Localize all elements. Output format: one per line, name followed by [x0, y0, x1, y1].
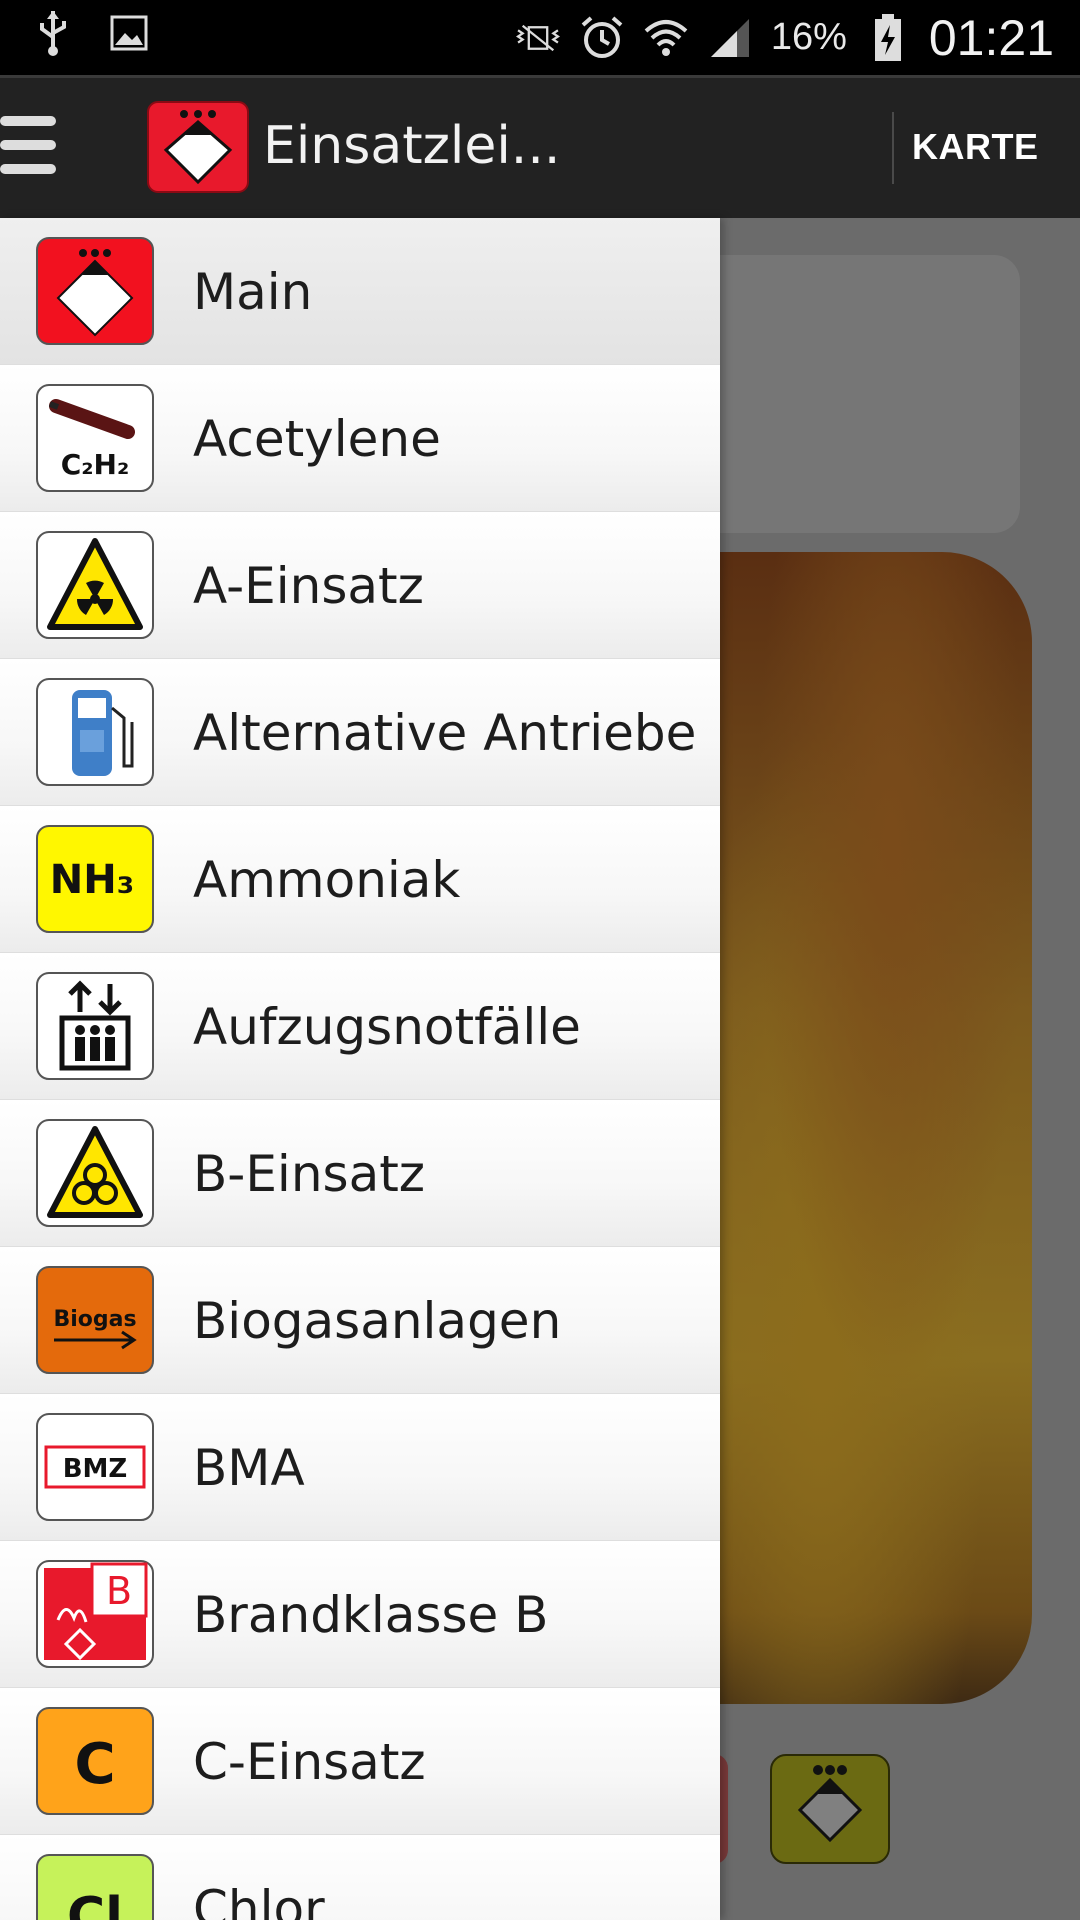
drawer-item-label: Ammoniak — [193, 850, 461, 909]
image-icon — [106, 10, 152, 56]
navigation-drawer: Main C₂H₂ Acetylene A-Einsatz Alternativ… — [0, 218, 720, 1920]
drawer-item-acetylene[interactable]: C₂H₂ Acetylene — [0, 365, 720, 512]
drawer-item-aufzugsnotfaelle[interactable]: Aufzugsnotfälle — [0, 953, 720, 1100]
drawer-item-a-einsatz[interactable]: A-Einsatz — [0, 512, 720, 659]
drawer-item-main[interactable]: Main — [0, 218, 720, 365]
drawer-item-label: Alternative Antriebe — [193, 703, 697, 762]
fire-image — [680, 552, 1032, 1704]
drawer-item-b-einsatz[interactable]: B-Einsatz — [0, 1100, 720, 1247]
chlor-icon-text: Cl — [67, 1887, 123, 1920]
drawer-item-chlor[interactable]: Cl Chlor — [0, 1835, 720, 1920]
fuel-pump-icon — [36, 678, 154, 786]
fire-class-icon-text: B — [106, 1569, 132, 1613]
drawer-item-alternative-antriebe[interactable]: Alternative Antriebe — [0, 659, 720, 806]
drawer-item-label: BMA — [193, 1438, 305, 1497]
menu-icon[interactable] — [0, 116, 56, 180]
status-bar: 16% 01:21 — [0, 0, 1080, 75]
fire-class-b-icon: B — [36, 1560, 154, 1668]
action-divider — [892, 112, 894, 184]
drawer-item-brandklasse-b[interactable]: B Brandklasse B — [0, 1541, 720, 1688]
action-bar: Einsatzlei... KARTE — [0, 75, 1080, 218]
biogas-icon-text: Biogas — [53, 1307, 136, 1332]
elevator-icon — [36, 972, 154, 1080]
drawer-item-bma[interactable]: BMZ BMA — [0, 1394, 720, 1541]
app-title: Einsatzlei... — [263, 116, 561, 176]
drawer-item-label: Main — [193, 262, 313, 321]
drawer-item-label: Aufzugsnotfälle — [193, 997, 581, 1056]
usb-icon — [30, 10, 76, 56]
drawer-item-biogasanlagen[interactable]: Biogas Biogasanlagen — [0, 1247, 720, 1394]
hazard-diamond-icon — [36, 237, 154, 345]
acetylene-icon-text: C₂H₂ — [61, 448, 130, 481]
battery-charging-icon — [865, 13, 911, 61]
drawer-item-label: Biogasanlagen — [193, 1291, 562, 1350]
radiation-icon — [36, 531, 154, 639]
chlorine-icon: Cl — [36, 1854, 154, 1920]
drawer-item-c-einsatz[interactable]: C C-Einsatz — [0, 1688, 720, 1835]
drawer-item-label: Brandklasse B — [193, 1585, 549, 1644]
wifi-icon — [643, 15, 689, 61]
signal-icon — [707, 15, 753, 61]
drawer-item-label: A-Einsatz — [193, 556, 424, 615]
gas-cylinder-icon: C₂H₂ — [36, 384, 154, 492]
karte-button[interactable]: KARTE — [912, 126, 1039, 168]
biohazard-icon — [36, 1119, 154, 1227]
biogas-icon: Biogas — [36, 1266, 154, 1374]
drawer-item-label: B-Einsatz — [193, 1144, 426, 1203]
bmz-icon: BMZ — [36, 1413, 154, 1521]
chemical-c-icon: C — [36, 1707, 154, 1815]
app-logo[interactable] — [146, 100, 250, 194]
bmz-icon-text: BMZ — [63, 1454, 128, 1484]
battery-percent: 16% — [770, 16, 847, 58]
drawer-item-ammoniak[interactable]: NH₃ Ammoniak — [0, 806, 720, 953]
c-icon-text: C — [74, 1732, 115, 1797]
drawer-item-label: C-Einsatz — [193, 1732, 426, 1791]
mute-vibrate-icon — [515, 15, 561, 61]
drawer-item-label: Chlor — [193, 1879, 325, 1920]
drawer-item-label: Acetylene — [193, 409, 441, 468]
ammonia-icon-text: NH₃ — [50, 857, 134, 903]
main-hazard-button[interactable] — [770, 1754, 890, 1864]
ammonia-icon: NH₃ — [36, 825, 154, 933]
main-info-card — [680, 255, 1020, 533]
clock: 01:21 — [928, 9, 1054, 66]
alarm-icon — [579, 15, 625, 61]
